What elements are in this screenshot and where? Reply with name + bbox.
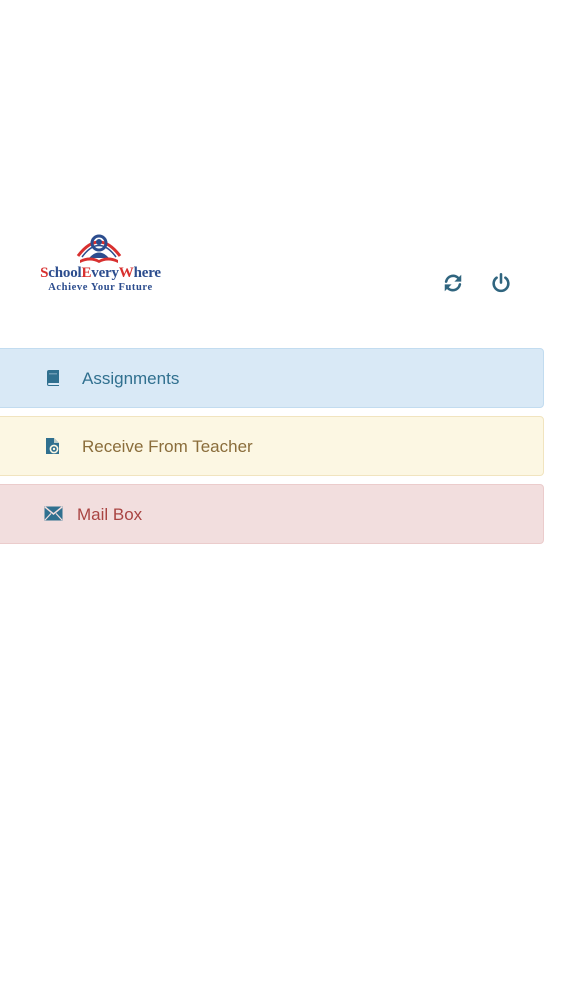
logo-tagline: Achieve Your Future: [48, 282, 153, 293]
menu-item-label: Receive From Teacher: [82, 437, 253, 456]
menu-item-mail-box[interactable]: Mail Box: [0, 484, 544, 544]
menu-item-assignments[interactable]: Assignments: [0, 348, 544, 408]
logo-wordmark: SchoolEveryWhere: [40, 265, 161, 281]
menu-item-label: Mail Box: [77, 505, 143, 524]
file-gear-icon: [44, 436, 62, 456]
logo-emblem-icon: [76, 234, 122, 263]
power-icon: [492, 273, 510, 293]
app-logo: SchoolEveryWhere Achieve Your Future: [28, 230, 173, 296]
book-icon: [44, 368, 62, 388]
refresh-icon: [444, 274, 462, 292]
menu-item-label: Assignments: [82, 369, 180, 388]
menu-item-receive-from-teacher[interactable]: Receive From Teacher: [0, 416, 544, 476]
envelope-icon: [43, 504, 63, 522]
logout-button[interactable]: [488, 270, 514, 296]
refresh-button[interactable]: [440, 270, 466, 296]
